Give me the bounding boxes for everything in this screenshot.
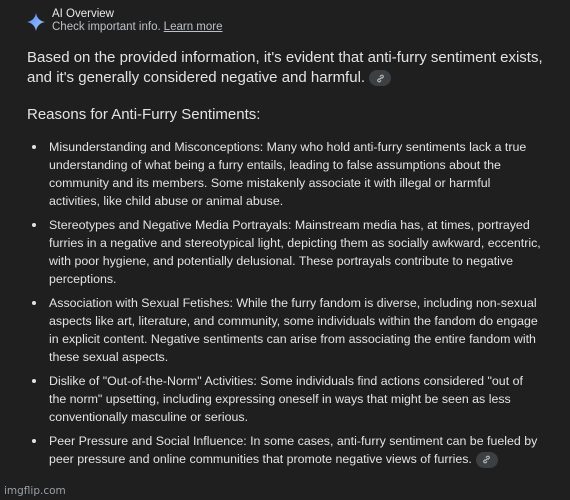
link-icon: [483, 455, 491, 464]
list-item: Peer Pressure and Social Influence: In s…: [26, 432, 542, 468]
list-item: Misunderstanding and Misconceptions: Man…: [26, 138, 542, 210]
ai-overview-title: AI Overview: [52, 8, 114, 20]
check-info-text: Check important info.: [52, 21, 161, 33]
intro-text: Based on the provided information, it's …: [27, 49, 543, 86]
learn-more-link[interactable]: Learn more: [164, 21, 223, 33]
sparkle-icon: [26, 12, 46, 32]
reasons-list: Misunderstanding and Misconceptions: Man…: [26, 138, 542, 474]
list-item: Stereotypes and Negative Media Portrayal…: [26, 216, 542, 288]
intro-paragraph: Based on the provided information, it's …: [27, 48, 547, 88]
watermark: imgflip.com: [4, 485, 66, 497]
list-item: Dislike of "Out-of-the-Norm" Activities:…: [26, 372, 542, 426]
list-item: Association with Sexual Fetishes: While …: [26, 294, 542, 366]
source-link-button[interactable]: [475, 451, 498, 468]
link-icon: [376, 74, 384, 82]
ai-overview-subtitle: Check important info. Learn more: [52, 21, 222, 34]
list-item-text: Peer Pressure and Social Influence: In s…: [49, 434, 538, 466]
section-heading: Reasons for Anti-Furry Sentiments:: [27, 106, 261, 123]
source-link-button[interactable]: [369, 70, 392, 87]
ai-overview-header: AI Overview Check important info. Learn m…: [26, 8, 222, 34]
